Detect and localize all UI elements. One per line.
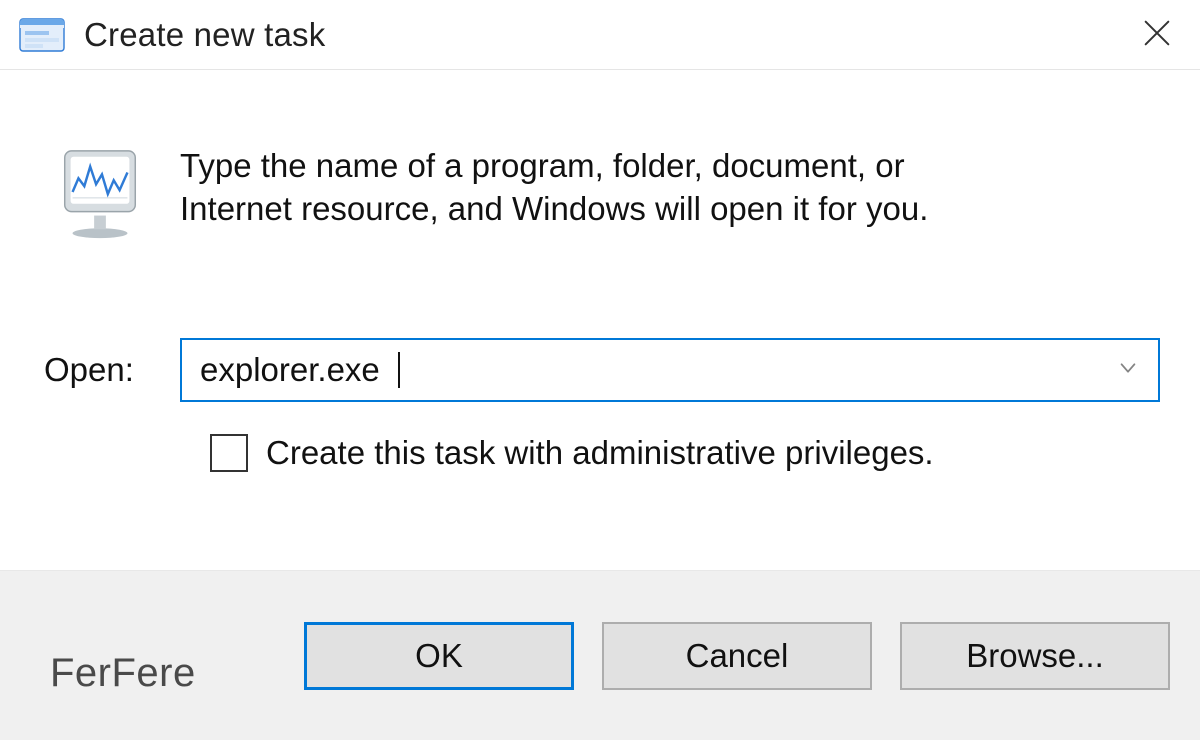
ok-button-label: OK <box>415 637 463 675</box>
titlebar: Create new task <box>0 0 1200 70</box>
browse-button-label: Browse... <box>966 637 1104 675</box>
dialog-body: Type the name of a program, folder, docu… <box>0 70 1200 512</box>
cancel-button-label: Cancel <box>686 637 789 675</box>
instruction-row: Type the name of a program, folder, docu… <box>40 145 1160 243</box>
cancel-button[interactable]: Cancel <box>602 622 872 690</box>
watermark-text: FerFere <box>50 651 196 696</box>
close-icon <box>1140 16 1174 55</box>
open-label: Open: <box>40 351 180 389</box>
run-program-icon <box>40 145 160 243</box>
admin-checkbox[interactable] <box>210 434 248 472</box>
ok-button[interactable]: OK <box>304 622 574 690</box>
chevron-down-icon <box>1117 357 1139 384</box>
create-new-task-dialog: Create new task <box>0 0 1200 740</box>
dialog-footer: FerFere OK Cancel Browse... <box>0 570 1200 740</box>
titlebar-title: Create new task <box>84 16 325 54</box>
open-dropdown-button[interactable] <box>1110 340 1146 400</box>
browse-button[interactable]: Browse... <box>900 622 1170 690</box>
instruction-text: Type the name of a program, folder, docu… <box>160 145 1020 231</box>
open-combobox[interactable] <box>180 338 1160 402</box>
admin-checkbox-label: Create this task with administrative pri… <box>266 434 934 472</box>
close-button[interactable] <box>1114 0 1200 70</box>
admin-checkbox-row: Create this task with administrative pri… <box>40 434 1160 472</box>
run-dialog-icon <box>18 17 66 53</box>
open-row: Open: <box>40 338 1160 402</box>
open-input[interactable] <box>200 340 1110 400</box>
text-caret <box>398 352 400 388</box>
